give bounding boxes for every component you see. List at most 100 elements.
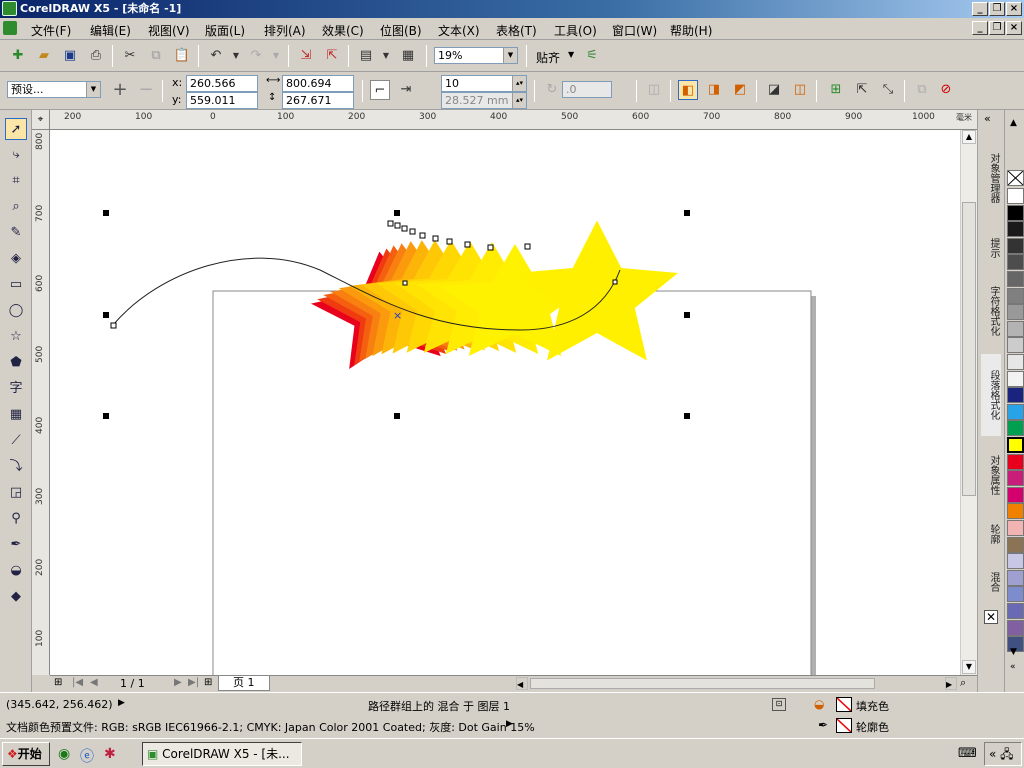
tray-expand-icon[interactable]: « [989,747,996,761]
menu-effects[interactable]: 效果(C) [322,22,364,39]
preset-dropdown-icon[interactable]: ▼ [86,82,100,97]
remove-preset-icon[interactable]: − [136,80,156,100]
import-icon[interactable]: ⇲ [296,46,316,66]
shape-tool-icon[interactable]: ⤷ [5,144,27,166]
text-tool-icon[interactable]: 字 [5,378,27,400]
zoom-tool-icon[interactable]: ⌕ [5,196,27,218]
palette-swatch[interactable] [1007,254,1024,271]
interactive-fill-tool-icon[interactable]: ◆ [5,586,27,608]
palette-swatch[interactable] [1007,553,1024,570]
basic-shapes-tool-icon[interactable]: ⬟ [5,352,27,374]
docker-close-icon[interactable]: ✕ [984,610,998,624]
docker-tab-character-formatting[interactable]: 字符格式化 [981,276,1001,346]
connector-tool-icon[interactable]: ⤵ [5,456,27,478]
width-field[interactable]: 800.694 mm [282,75,354,105]
ellipse-tool-icon[interactable]: ◯ [5,300,27,322]
next-page-icon[interactable]: ▶ [174,677,182,688]
docker-tab-paragraph-formatting[interactable]: 段落格式化 [981,354,1001,436]
palette-swatch[interactable] [1007,619,1024,636]
palette-swatch[interactable] [1007,403,1024,420]
snap-dropdown-icon[interactable]: ▼ [568,50,574,59]
path-properties-icon[interactable]: ⤡ [878,80,898,100]
no-color-swatch[interactable] [1007,170,1024,186]
scroll-up-icon[interactable]: ▲ [962,130,976,144]
launcher-dropdown-icon[interactable]: ▼ [376,46,396,66]
fill-tool-icon[interactable]: ◒ [5,560,27,582]
fill-color-swatch[interactable] [836,697,852,712]
profile-expand-icon[interactable]: ▶ [506,719,513,729]
preset-select[interactable]: 预设... ▼ [7,81,101,98]
navigator-zoom-icon[interactable]: ⌕ [960,676,976,691]
menu-window[interactable]: 窗口(W) [612,22,657,39]
palette-swatch[interactable] [1007,204,1024,221]
y-position-field[interactable]: 559.011 mm [186,92,258,122]
scroll-left-icon[interactable]: ◀ [516,677,528,690]
palette-swatch[interactable] [1007,237,1024,254]
first-page-icon[interactable]: |◀ [72,677,83,688]
paste-icon[interactable]: 📋 [172,46,192,66]
docker-collapse-icon[interactable]: « [984,112,991,125]
redo-dropdown-icon[interactable]: ▼ [266,46,286,66]
palette-swatch[interactable] [1007,271,1024,287]
steps-spinner-icon[interactable]: ▴▾ [512,76,526,91]
palette-swatch[interactable] [1007,536,1024,553]
save-icon[interactable]: ▣ [60,46,80,66]
blend-direction-icon[interactable]: ⌐ [370,80,390,100]
palette-swatch[interactable] [1007,221,1024,238]
new-icon[interactable]: ✚ [8,46,28,66]
cut-icon[interactable]: ✂ [120,46,140,66]
welcome-screen-icon[interactable]: ▦ [398,46,418,66]
menu-file[interactable]: 文件(F) [31,22,71,39]
menu-view[interactable]: 视图(V) [148,22,190,39]
menu-tools[interactable]: 工具(O) [554,22,597,39]
direct-blend-icon[interactable]: ◧ [678,80,698,100]
scroll-right-icon[interactable]: ▶ [945,677,957,690]
docker-tab-blend[interactable]: 混合 [981,562,1001,602]
outline-color-swatch[interactable] [836,718,852,733]
height-field[interactable]: 267.671 mm [282,92,354,122]
undo-icon[interactable]: ↶ [206,46,226,66]
palette-swatch[interactable] [1007,420,1024,437]
open-icon[interactable]: ▰ [34,46,54,66]
spacing-spinner-icon[interactable]: ▴▾ [512,93,526,108]
network-tray-icon[interactable]: 🖧 [1000,747,1013,761]
snap-to-button[interactable]: 贴齐 [536,49,560,66]
palette-swatch[interactable] [1007,586,1024,603]
crop-tool-icon[interactable]: ⌗ [5,170,27,192]
taskbar-coreldraw-button[interactable]: ▣ CorelDRAW X5 - [未... [142,742,302,766]
menu-arrange[interactable]: 排列(A) [264,22,306,39]
palette-swatch[interactable] [1007,320,1024,337]
palette-swatch[interactable] [1007,437,1024,453]
blend-tool-icon[interactable]: ◲ [5,482,27,504]
menu-edit[interactable]: 编辑(E) [90,22,131,39]
restore-button[interactable]: ❐ [989,2,1005,16]
ie-quicklaunch-icon[interactable]: ⓔ [80,746,94,766]
add-page-after-icon[interactable]: ⊞ [204,677,212,688]
redo-icon[interactable]: ↷ [246,46,266,66]
menu-help[interactable]: 帮助(H) [670,22,712,39]
add-preset-icon[interactable]: + [110,80,130,100]
keyboard-tray-icon[interactable]: ⌨ [958,746,977,761]
docker-tab-contour[interactable]: 轮廓 [981,514,1001,554]
docker-tab-object-manager[interactable]: 对象管理器 [981,136,1001,220]
status-settings-icon[interactable]: ⊡ [772,698,786,711]
polygon-tool-icon[interactable]: ☆ [5,326,27,348]
ruler-origin-icon[interactable]: ⌖ [32,110,50,130]
options-icon[interactable]: ⚟ [582,46,602,66]
palette-swatch[interactable] [1007,503,1024,520]
palette-swatch[interactable] [1007,387,1024,404]
palette-swatch[interactable] [1007,337,1024,354]
copy-icon[interactable]: ⧉ [146,46,166,66]
minimize-button[interactable]: _ [972,2,988,16]
horizontal-ruler[interactable]: 200 100 0 100 200 300 400 500 600 700 80… [50,110,977,130]
tab-page-1[interactable]: 页 1 [218,676,270,691]
table-tool-icon[interactable]: ▦ [5,404,27,426]
doc-minimize-button[interactable]: _ [972,21,988,35]
vertical-scroll-thumb[interactable] [962,202,976,496]
outline-pen-tool-icon[interactable]: ✒ [5,534,27,556]
palette-swatch[interactable] [1007,453,1024,470]
blend-steps-field[interactable]: 10 ▴▾ [441,75,527,92]
start-button[interactable]: ❖开始 [2,742,50,766]
palette-scroll-down-icon[interactable]: ▼ [1010,647,1017,657]
freehand-tool-icon[interactable]: ✎ [5,222,27,244]
